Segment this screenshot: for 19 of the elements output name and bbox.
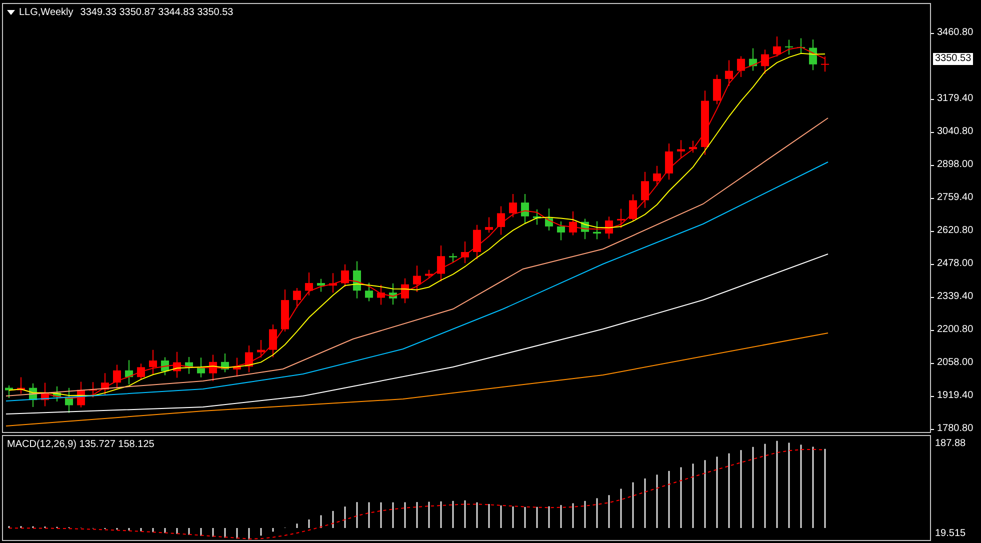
price-axis-label: 1780.80 <box>937 424 974 434</box>
price-axis-label: 3460.80 <box>937 28 974 38</box>
dropdown-arrow-icon[interactable] <box>7 10 15 16</box>
price-axis-label: 1919.40 <box>937 391 974 401</box>
price-axis-label: 2478.00 <box>937 259 974 269</box>
price-axis-label: 3179.40 <box>937 94 974 104</box>
chart-symbol: LLG,Weekly <box>19 6 74 20</box>
price-axis-label: 2620.80 <box>937 226 974 236</box>
current-price-label: 3350.53 <box>933 53 974 65</box>
macd-axis-label: 187.88 <box>935 439 966 449</box>
price-axis-label: 2058.00 <box>937 358 974 368</box>
price-axis-label: 2339.40 <box>937 292 974 302</box>
price-axis-label: 2898.00 <box>937 160 974 170</box>
ohlc-values: 3349.33 3350.87 3344.83 3350.53 <box>80 6 234 20</box>
price-axis-label: 2759.40 <box>937 193 974 203</box>
macd-axis-label: 19.515 <box>935 529 966 539</box>
macd-label: MACD(12,26,9) 135.727 158.125 <box>7 438 154 452</box>
price-axis-label: 3040.80 <box>937 127 974 137</box>
price-axis-label: 2200.80 <box>937 325 974 335</box>
